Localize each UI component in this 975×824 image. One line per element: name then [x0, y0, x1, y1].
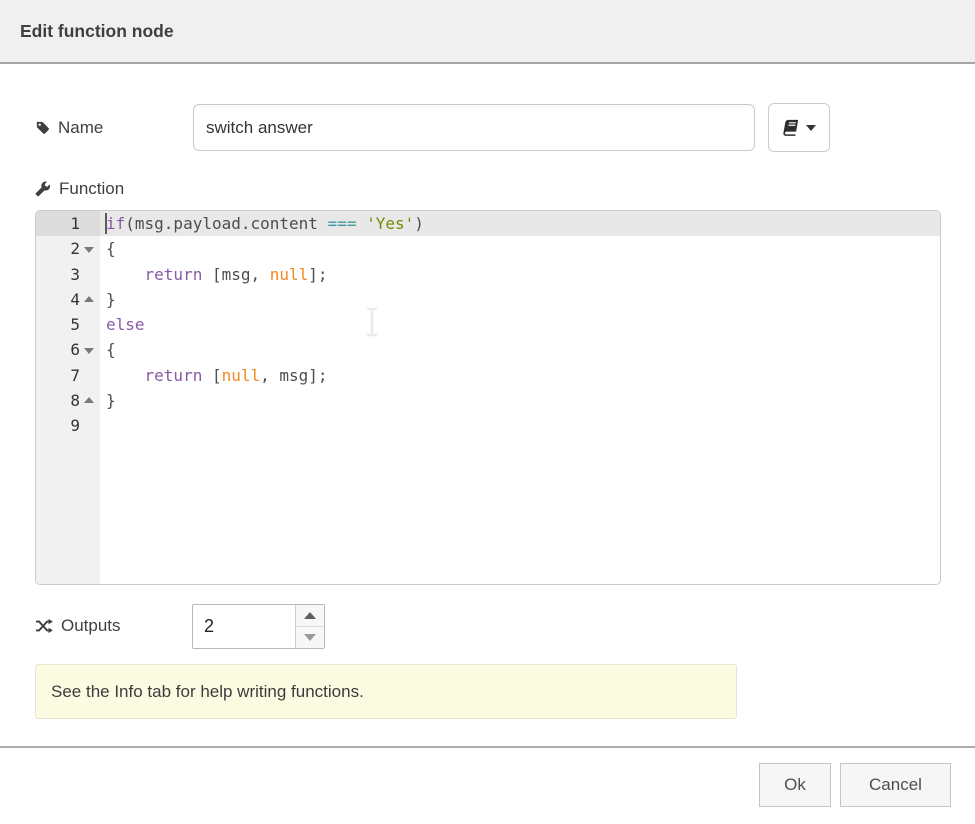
spinner-up-button[interactable] — [296, 605, 324, 627]
shuffle-icon — [35, 618, 53, 634]
dialog-header: Edit function node — [0, 0, 975, 64]
gutter-cell: 6 — [36, 337, 100, 362]
code-text: { — [100, 236, 940, 261]
fold-up-icon[interactable] — [80, 388, 98, 413]
outputs-input[interactable] — [193, 605, 295, 648]
gutter-cell: 1 — [36, 211, 100, 236]
book-icon — [782, 119, 800, 137]
code-text: return [null, msg]; — [100, 363, 940, 388]
editor-caret — [105, 213, 107, 234]
line-number: 4 — [36, 287, 80, 312]
line-number: 5 — [36, 312, 80, 337]
code-line[interactable]: 3 return [msg, null]; — [36, 262, 940, 287]
code-line[interactable]: 8} — [36, 388, 940, 413]
line-number: 6 — [36, 337, 80, 362]
dialog-title: Edit function node — [20, 21, 174, 42]
tag-icon — [35, 120, 50, 135]
code-line[interactable]: 7 return [null, msg]; — [36, 363, 940, 388]
gutter-cell: 5 — [36, 312, 100, 337]
gutter-cell: 8 — [36, 388, 100, 413]
editor-lines: 1if(msg.payload.content === 'Yes')2{3 re… — [36, 211, 940, 584]
outputs-label-row: Outputs — [35, 613, 121, 639]
fold-down-icon[interactable] — [80, 337, 98, 362]
function-code-editor[interactable]: 1if(msg.payload.content === 'Yes')2{3 re… — [35, 210, 941, 585]
library-button[interactable] — [768, 103, 830, 152]
ok-button[interactable]: Ok — [759, 763, 831, 807]
line-number: 3 — [36, 262, 80, 287]
cancel-button[interactable]: Cancel — [840, 763, 951, 807]
outputs-label: Outputs — [61, 616, 121, 636]
function-label-row: Function — [35, 176, 124, 202]
footer-divider — [0, 746, 975, 748]
gutter-cell: 3 — [36, 262, 100, 287]
code-text: return [msg, null]; — [100, 262, 940, 287]
arrow-up-icon — [304, 612, 316, 619]
spinner-buttons — [295, 605, 324, 648]
line-number: 1 — [36, 211, 80, 236]
fold-down-icon[interactable] — [80, 236, 98, 261]
edit-function-node-dialog: Edit function node Name Function 1 if(msg… — [0, 0, 975, 824]
name-label-row: Name — [35, 104, 103, 151]
gutter-cell: 4 — [36, 287, 100, 312]
form-tips-text: See the Info tab for help writing functi… — [51, 682, 364, 702]
code-line[interactable]: 6{ — [36, 337, 940, 362]
function-label: Function — [59, 179, 124, 199]
caret-down-icon — [806, 125, 816, 131]
fold-spacer — [80, 413, 98, 438]
code-line[interactable]: 1 if(msg.payload.content === 'Yes') — [36, 211, 940, 236]
fold-spacer — [80, 363, 98, 388]
fold-spacer — [80, 312, 98, 337]
line-number: 9 — [36, 413, 80, 438]
code-line[interactable]: 2{ — [36, 236, 940, 261]
code-line[interactable]: 9 — [36, 413, 940, 438]
fold-up-icon[interactable] — [80, 287, 98, 312]
name-input[interactable] — [193, 104, 755, 151]
line-number: 8 — [36, 388, 80, 413]
fold-spacer — [80, 211, 98, 236]
arrow-down-icon — [304, 634, 316, 641]
wrench-icon — [35, 181, 51, 197]
name-label: Name — [58, 118, 103, 138]
spinner-down-button[interactable] — [296, 627, 324, 648]
gutter-cell: 7 — [36, 363, 100, 388]
fold-spacer — [80, 262, 98, 287]
code-text: } — [100, 287, 940, 312]
code-line[interactable]: 4} — [36, 287, 940, 312]
form-tips: See the Info tab for help writing functi… — [35, 664, 737, 719]
outputs-spinner — [192, 604, 325, 649]
code-line[interactable]: 5 else — [36, 312, 940, 337]
line-number: 7 — [36, 363, 80, 388]
code-text: if(msg.payload.content === 'Yes') — [100, 211, 940, 236]
gutter-cell: 9 — [36, 413, 100, 438]
gutter-cell: 2 — [36, 236, 100, 261]
code-text — [100, 413, 940, 438]
code-text: { — [100, 337, 940, 362]
code-text: else — [100, 312, 940, 337]
code-text: } — [100, 388, 940, 413]
line-number: 2 — [36, 236, 80, 261]
